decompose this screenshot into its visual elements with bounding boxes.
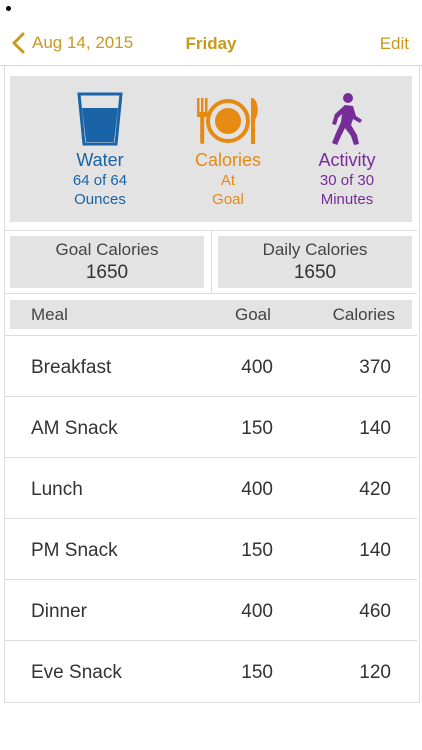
vertical-divider <box>211 231 212 293</box>
daily-calories-value: 1650 <box>293 262 337 283</box>
meal-name: Eve Snack <box>31 662 122 683</box>
status-panel: Water 64 of 64 Ounces Calories At Goal A… <box>10 76 412 222</box>
chevron-left-icon <box>12 32 25 54</box>
meal-calories: 370 <box>359 357 391 378</box>
back-button[interactable]: Aug 14, 2015 <box>10 32 133 54</box>
meal-name: Breakfast <box>31 357 112 378</box>
meal-goal: 400 <box>241 601 273 622</box>
meal-column-header: Meal <box>31 305 68 324</box>
divider <box>5 293 417 294</box>
calories-label: Calories <box>194 150 262 170</box>
meal-calories: 120 <box>359 662 391 683</box>
meal-name: AM Snack <box>31 418 118 439</box>
meal-calories: 420 <box>359 479 391 500</box>
activity-label: Activity <box>318 150 376 170</box>
glass-icon <box>40 90 160 146</box>
walking-icon <box>287 90 407 146</box>
meal-goal: 400 <box>241 479 273 500</box>
calories-status[interactable]: Calories At Goal <box>168 90 288 209</box>
navigation-bar: Aug 14, 2015 Friday Edit <box>0 24 422 64</box>
plate-icon <box>168 90 288 146</box>
table-row[interactable]: Dinner 400 460 <box>5 580 417 641</box>
meal-table-header: Meal Goal Calories <box>10 300 412 329</box>
table-row[interactable]: AM Snack 150 140 <box>5 397 417 458</box>
table-row[interactable]: Breakfast 400 370 <box>5 336 417 397</box>
back-button-label: Aug 14, 2015 <box>32 33 134 52</box>
activity-unit: Minutes <box>320 191 374 208</box>
meal-calories: 460 <box>359 601 391 622</box>
activity-status[interactable]: Activity 30 of 30 Minutes <box>287 90 407 209</box>
daily-calories-label: Daily Calories <box>262 240 368 259</box>
water-unit: Ounces <box>74 191 126 208</box>
water-label: Water <box>76 150 124 170</box>
edit-button[interactable]: Edit <box>380 34 409 54</box>
meal-name: Lunch <box>31 479 83 500</box>
calories-status-line2: Goal <box>212 191 244 208</box>
meal-name: Dinner <box>31 601 87 622</box>
meal-goal: 400 <box>241 357 273 378</box>
water-amount: 64 of 64 <box>72 172 128 189</box>
goal-calories-value: 1650 <box>85 262 129 283</box>
daily-calories-box: Daily Calories 1650 <box>218 236 412 288</box>
calories-status-line1: At <box>220 172 236 189</box>
table-row[interactable]: Lunch 400 420 <box>5 458 417 519</box>
meal-goal: 150 <box>241 540 273 561</box>
goal-calories-label: Goal Calories <box>55 240 159 259</box>
goal-column-header: Goal <box>235 305 271 324</box>
meal-calories: 140 <box>359 540 391 561</box>
meal-goal: 150 <box>241 418 273 439</box>
table-row[interactable]: Eve Snack 150 120 <box>5 641 417 702</box>
meal-calories: 140 <box>359 418 391 439</box>
activity-amount: 30 of 30 <box>319 172 375 189</box>
calories-column-header: Calories <box>332 305 395 324</box>
water-status[interactable]: Water 64 of 64 Ounces <box>40 90 160 209</box>
table-row[interactable]: PM Snack 150 140 <box>5 519 417 580</box>
meal-name: PM Snack <box>31 540 118 561</box>
status-dot <box>6 6 11 11</box>
goal-calories-box: Goal Calories 1650 <box>10 236 204 288</box>
meal-goal: 150 <box>241 662 273 683</box>
